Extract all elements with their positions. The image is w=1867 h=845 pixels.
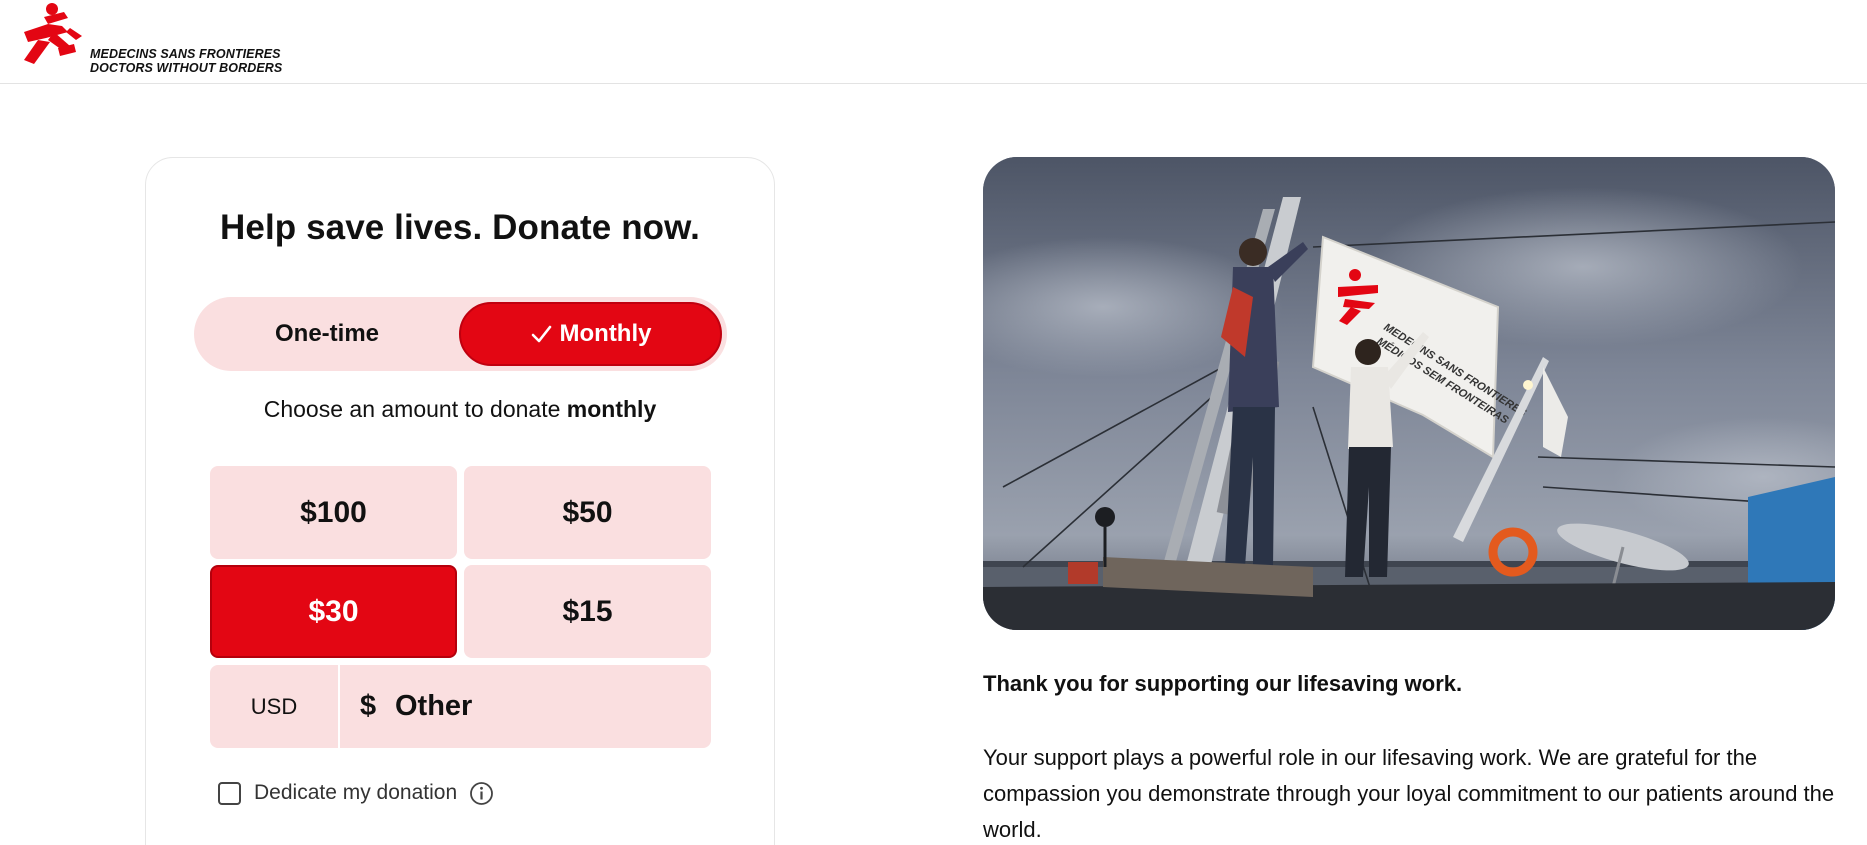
choose-amount-text: Choose an amount to donate monthly	[146, 396, 774, 423]
choose-amount-prefix: Choose an amount to donate	[263, 396, 561, 422]
dedicate-donation-checkbox[interactable]	[218, 781, 241, 805]
checkmark-icon	[531, 325, 551, 343]
thanks-heading: Thank you for supporting our lifesaving …	[983, 671, 1463, 696]
dedicate-donation-label[interactable]: Dedicate my donation	[254, 781, 457, 805]
support-paragraph: Your support plays a powerful role in ou…	[983, 745, 1835, 842]
photo-illustration: MEDECINS SANS FRONTIERES MÉDICOS SEM FRO…	[983, 157, 1835, 630]
frequency-toggle: One-time Monthly	[194, 297, 727, 371]
monthly-button[interactable]: Monthly	[459, 302, 722, 366]
info-icon[interactable]	[469, 781, 494, 806]
one-time-label: One-time	[274, 320, 379, 347]
one-time-button[interactable]: One-time	[199, 302, 455, 366]
dedicate-donation-row: Dedicate my donation	[218, 778, 494, 808]
other-amount-input[interactable]: Other	[395, 665, 695, 748]
donation-title: Help save lives. Donate now.	[220, 208, 700, 247]
msf-logo-link[interactable]: MEDECINS SANS FRONTIERES DOCTORS WITHOUT…	[14, 2, 282, 75]
monthly-label: Monthly	[559, 320, 652, 347]
amount-button-50[interactable]: $50	[464, 466, 711, 559]
amount-button-100[interactable]: $100	[210, 466, 457, 559]
amount-button-15[interactable]: $15	[464, 565, 711, 658]
site-header: MEDECINS SANS FRONTIERES DOCTORS WITHOUT…	[0, 0, 1867, 84]
hero-photo: MEDECINS SANS FRONTIERES MÉDICOS SEM FRO…	[983, 157, 1835, 630]
msf-running-man-logo-icon	[24, 3, 82, 64]
logo-line-2: DOCTORS WITHOUT BORDERS	[90, 61, 283, 75]
donation-card: Help save lives. Donate now. One-time Mo…	[145, 157, 775, 845]
amount-button-30[interactable]: $30	[210, 565, 457, 658]
choose-amount-frequency: monthly	[566, 396, 657, 422]
dollar-symbol: $	[360, 690, 377, 722]
other-amount-row: USD $ Other	[210, 665, 711, 748]
currency-selector[interactable]: USD	[210, 665, 340, 748]
logo-line-1: MEDECINS SANS FRONTIERES	[90, 47, 281, 61]
